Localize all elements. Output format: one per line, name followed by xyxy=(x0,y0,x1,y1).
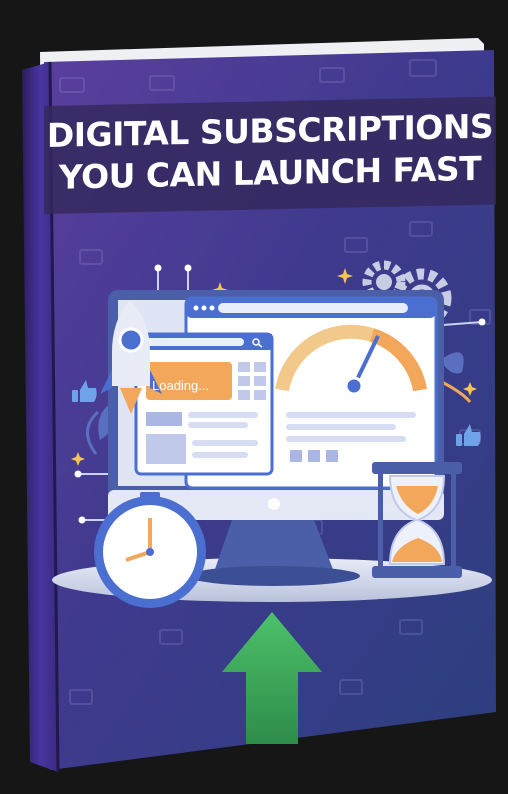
title-line-2: YOU CAN LAUNCH FAST xyxy=(58,148,482,197)
loading-label: Loading... xyxy=(152,378,210,393)
title-line-1: DIGITAL SUBSCRIPTIONS xyxy=(46,106,494,155)
title-band: DIGITAL SUBSCRIPTIONS YOU CAN LAUNCH FAS… xyxy=(44,96,496,214)
browser-window-loading xyxy=(134,332,274,476)
